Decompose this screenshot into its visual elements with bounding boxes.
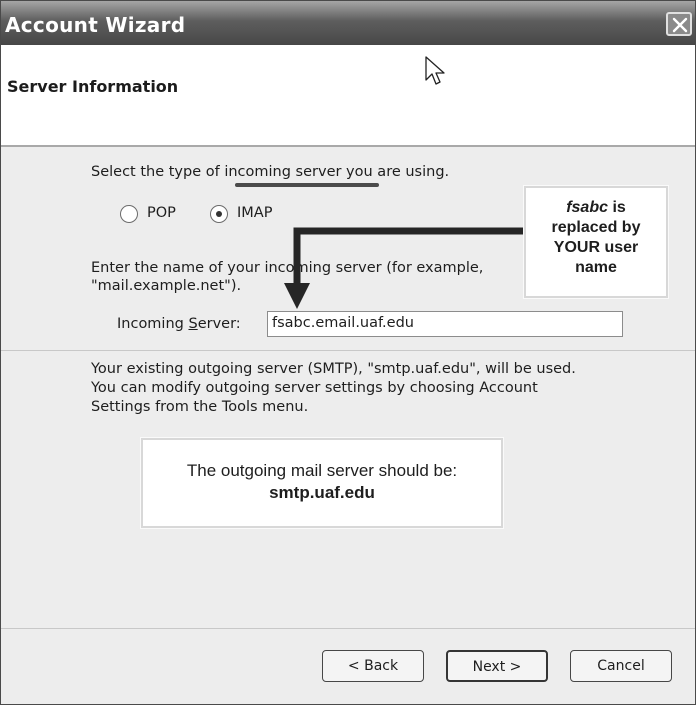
page-title: Server Information	[7, 77, 179, 96]
window-title: Account Wizard	[5, 13, 186, 37]
outgoing-info-line1: Your existing outgoing server (SMTP), "s…	[91, 361, 576, 377]
smtp-callout-line1: The outgoing mail server should be:	[186, 461, 458, 480]
username-callout: fsabc is replaced by YOUR user name	[524, 186, 668, 298]
radio-pop-label[interactable]: POP	[147, 205, 176, 221]
server-name-example: "mail.example.net").	[91, 278, 242, 294]
radio-selected-dot	[216, 211, 222, 217]
smtp-callout-line2: smtp.uaf.edu	[269, 483, 375, 502]
highlight-underline	[235, 183, 379, 187]
back-button[interactable]: < Back	[322, 650, 424, 682]
footer-divider	[1, 628, 695, 629]
outgoing-info-line3: Settings from the Tools menu.	[91, 399, 309, 415]
pointer-arrow-icon	[284, 227, 527, 309]
outgoing-info-line2: You can modify outgoing server settings …	[91, 380, 538, 396]
incoming-server-label: Incoming Server:	[117, 316, 241, 332]
close-button[interactable]	[666, 12, 692, 36]
title-bar[interactable]: Account Wizard	[1, 1, 695, 45]
callout-username-emph: fsabc	[566, 199, 608, 216]
callout-line4: name	[575, 259, 617, 276]
callout-line2: replaced by	[551, 219, 641, 236]
cancel-button[interactable]: Cancel	[570, 650, 672, 682]
server-type-prompt: Select the type of incoming server you a…	[91, 164, 450, 180]
wizard-header: Server Information	[1, 45, 695, 145]
radio-imap-label[interactable]: IMAP	[237, 205, 272, 221]
close-icon	[672, 17, 688, 33]
radio-pop[interactable]	[120, 205, 138, 223]
smtp-callout: The outgoing mail server should be: smtp…	[141, 438, 503, 528]
account-wizard-window: Account Wizard Server Information Select…	[0, 0, 696, 705]
callout-line3: YOUR user	[553, 239, 639, 256]
next-button[interactable]: Next >	[446, 650, 548, 682]
incoming-server-input[interactable]: fsabc.email.uaf.edu	[267, 311, 623, 337]
header-divider	[1, 145, 695, 147]
radio-imap[interactable]	[210, 205, 228, 223]
mouse-cursor-icon	[425, 56, 445, 85]
section-divider	[1, 350, 695, 351]
